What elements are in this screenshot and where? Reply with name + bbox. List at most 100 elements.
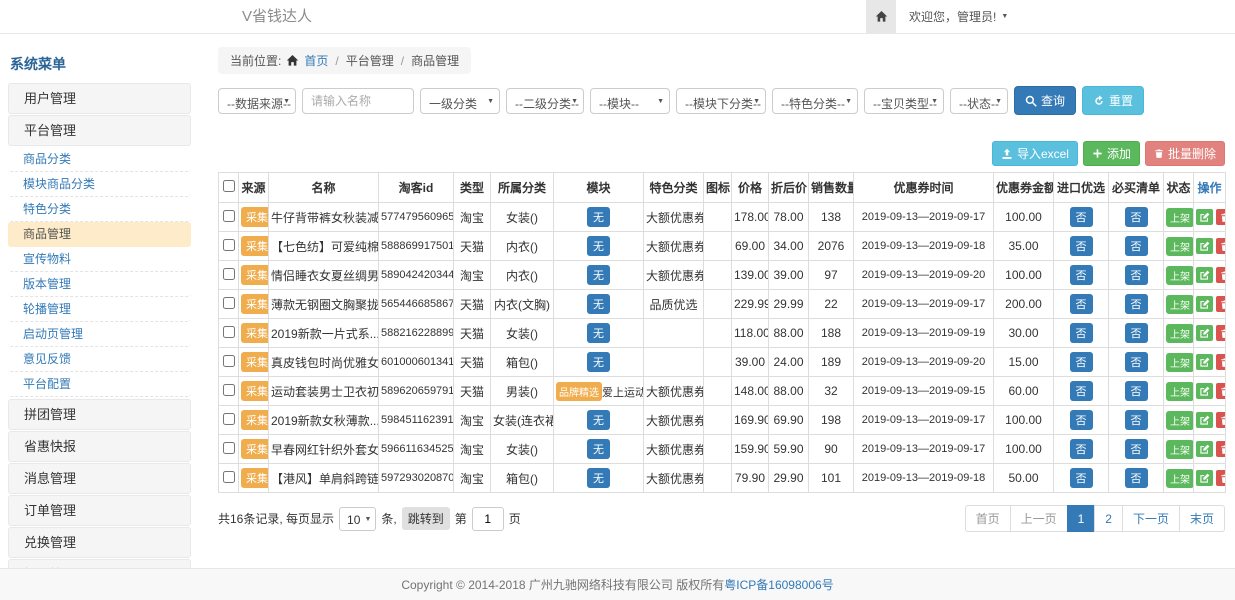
status-badge[interactable]: 上架 bbox=[1166, 295, 1194, 314]
module-badge[interactable]: 无 bbox=[587, 207, 610, 227]
filter-select[interactable]: --模块下分类--▼ bbox=[676, 88, 766, 114]
row-checkbox[interactable] bbox=[223, 268, 235, 280]
row-checkbox[interactable] bbox=[223, 471, 235, 483]
select-all-checkbox[interactable] bbox=[223, 180, 235, 192]
edit-button[interactable] bbox=[1196, 209, 1213, 225]
status-badge[interactable]: 上架 bbox=[1166, 353, 1194, 372]
module-badge[interactable]: 无 bbox=[587, 323, 610, 343]
edit-button[interactable] bbox=[1196, 296, 1213, 312]
sidebar-item[interactable]: 意见反馈 bbox=[8, 347, 191, 372]
sidebar-item[interactable]: 宣传物料 bbox=[8, 247, 191, 272]
delete-button[interactable] bbox=[1216, 441, 1226, 457]
must-buy-toggle[interactable]: 否 bbox=[1125, 439, 1148, 459]
sidebar-item[interactable]: 启动页管理 bbox=[8, 322, 191, 347]
filter-select[interactable]: 一级分类▼ bbox=[420, 88, 500, 114]
page-button[interactable]: 1 bbox=[1067, 505, 1096, 532]
sidebar-group[interactable]: 用户管理 bbox=[8, 83, 191, 114]
reset-button[interactable]: 重置 bbox=[1082, 86, 1144, 115]
module-badge[interactable]: 无 bbox=[587, 236, 610, 256]
delete-button[interactable] bbox=[1216, 412, 1226, 428]
sidebar-group[interactable]: 兑换管理 bbox=[8, 527, 191, 558]
status-badge[interactable]: 上架 bbox=[1166, 208, 1194, 227]
filter-select[interactable]: --模块--▼ bbox=[590, 88, 670, 114]
must-buy-toggle[interactable]: 否 bbox=[1125, 410, 1148, 430]
status-badge[interactable]: 上架 bbox=[1166, 324, 1194, 343]
user-menu[interactable]: 欢迎您，管理员! ▼ bbox=[909, 0, 1008, 33]
import-select-toggle[interactable]: 否 bbox=[1070, 381, 1093, 401]
must-buy-toggle[interactable]: 否 bbox=[1125, 207, 1148, 227]
module-badge[interactable]: 无 bbox=[587, 410, 610, 430]
import-select-toggle[interactable]: 否 bbox=[1070, 236, 1093, 256]
status-badge[interactable]: 上架 bbox=[1166, 411, 1194, 430]
row-checkbox[interactable] bbox=[223, 355, 235, 367]
edit-button[interactable] bbox=[1196, 470, 1213, 486]
status-badge[interactable]: 上架 bbox=[1166, 440, 1194, 459]
import-select-toggle[interactable]: 否 bbox=[1070, 410, 1093, 430]
sidebar-group[interactable]: 省惠快报 bbox=[8, 431, 191, 462]
edit-button[interactable] bbox=[1196, 267, 1213, 283]
sidebar-group[interactable]: 拼团管理 bbox=[8, 399, 191, 430]
sidebar-item[interactable]: 商品管理 bbox=[8, 222, 191, 247]
delete-button[interactable] bbox=[1216, 209, 1226, 225]
row-checkbox[interactable] bbox=[223, 210, 235, 222]
module-badge[interactable]: 无 bbox=[587, 352, 610, 372]
delete-button[interactable] bbox=[1216, 470, 1226, 486]
sidebar-item[interactable]: 商品分类 bbox=[8, 147, 191, 172]
sidebar-item[interactable]: 特色分类 bbox=[8, 197, 191, 222]
module-badge[interactable]: 无 bbox=[587, 468, 610, 488]
status-badge[interactable]: 上架 bbox=[1166, 469, 1194, 488]
must-buy-toggle[interactable]: 否 bbox=[1125, 468, 1148, 488]
edit-button[interactable] bbox=[1196, 412, 1213, 428]
must-buy-toggle[interactable]: 否 bbox=[1125, 236, 1148, 256]
filter-select[interactable]: --数据来源--▼ bbox=[218, 88, 296, 114]
edit-button[interactable] bbox=[1196, 238, 1213, 254]
name-search-input[interactable] bbox=[302, 88, 414, 114]
status-badge[interactable]: 上架 bbox=[1166, 382, 1194, 401]
filter-select[interactable]: --特色分类--▼ bbox=[772, 88, 858, 114]
breadcrumb-home-link[interactable]: 首页 bbox=[304, 52, 328, 69]
row-checkbox[interactable] bbox=[223, 297, 235, 309]
must-buy-toggle[interactable]: 否 bbox=[1125, 352, 1148, 372]
import-select-toggle[interactable]: 否 bbox=[1070, 265, 1093, 285]
sidebar-item[interactable]: 版本管理 bbox=[8, 272, 191, 297]
jump-button[interactable]: 跳转到 bbox=[402, 507, 450, 530]
row-checkbox[interactable] bbox=[223, 442, 235, 454]
sidebar-item[interactable]: 轮播管理 bbox=[8, 297, 191, 322]
home-button[interactable] bbox=[866, 0, 896, 33]
delete-button[interactable] bbox=[1216, 267, 1226, 283]
delete-button[interactable] bbox=[1216, 383, 1226, 399]
edit-button[interactable] bbox=[1196, 325, 1213, 341]
must-buy-toggle[interactable]: 否 bbox=[1125, 381, 1148, 401]
row-checkbox[interactable] bbox=[223, 326, 235, 338]
page-button[interactable]: 下一页 bbox=[1122, 505, 1180, 532]
module-badge[interactable]: 无 bbox=[587, 294, 610, 314]
status-badge[interactable]: 上架 bbox=[1166, 266, 1194, 285]
filter-select[interactable]: --宝贝类型--▼ bbox=[864, 88, 944, 114]
sidebar-group[interactable]: 订单管理 bbox=[8, 495, 191, 526]
page-button[interactable]: 首页 bbox=[965, 505, 1011, 532]
page-button[interactable]: 上一页 bbox=[1010, 505, 1068, 532]
row-checkbox[interactable] bbox=[223, 413, 235, 425]
import-excel-button[interactable]: 导入excel bbox=[992, 141, 1078, 166]
sidebar-item[interactable]: 模块商品分类 bbox=[8, 172, 191, 197]
import-select-toggle[interactable]: 否 bbox=[1070, 352, 1093, 372]
must-buy-toggle[interactable]: 否 bbox=[1125, 265, 1148, 285]
filter-select[interactable]: --二级分类--▼ bbox=[506, 88, 584, 114]
add-button[interactable]: 添加 bbox=[1083, 141, 1140, 166]
sidebar-item[interactable]: 平台配置 bbox=[8, 372, 191, 397]
module-badge[interactable]: 无 bbox=[587, 265, 610, 285]
import-select-toggle[interactable]: 否 bbox=[1070, 323, 1093, 343]
row-checkbox[interactable] bbox=[223, 384, 235, 396]
batch-delete-button[interactable]: 批量删除 bbox=[1145, 141, 1225, 166]
status-badge[interactable]: 上架 bbox=[1166, 237, 1194, 256]
jump-page-input[interactable] bbox=[472, 507, 504, 531]
edit-button[interactable] bbox=[1196, 354, 1213, 370]
page-size-select[interactable]: 10 ▼ bbox=[339, 507, 376, 531]
page-button[interactable]: 2 bbox=[1094, 505, 1123, 532]
import-select-toggle[interactable]: 否 bbox=[1070, 294, 1093, 314]
filter-select[interactable]: --状态--▼ bbox=[950, 88, 1008, 114]
must-buy-toggle[interactable]: 否 bbox=[1125, 323, 1148, 343]
import-select-toggle[interactable]: 否 bbox=[1070, 207, 1093, 227]
search-button[interactable]: 查询 bbox=[1014, 86, 1076, 115]
delete-button[interactable] bbox=[1216, 354, 1226, 370]
